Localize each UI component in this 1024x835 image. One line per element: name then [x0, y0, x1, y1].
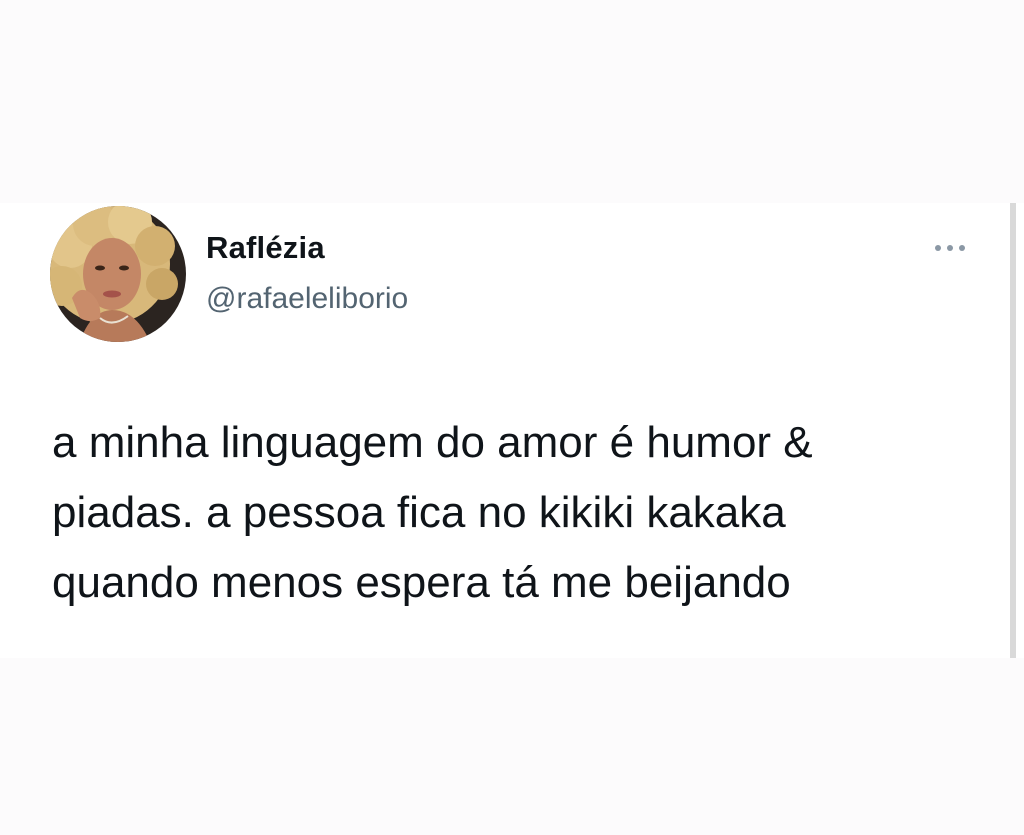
avatar[interactable] — [50, 206, 186, 342]
tweet-text: a minha linguagem do amor é humor & piad… — [52, 408, 992, 618]
profile-photo-icon — [50, 206, 186, 342]
tweet-text-line: piadas. a pessoa fica no kikiki kakaka — [52, 488, 786, 537]
more-options-button[interactable] — [930, 236, 970, 260]
tweet-text-line: a minha linguagem do amor é humor & — [52, 418, 813, 467]
user-handle[interactable]: @rafaeleliborio — [206, 282, 408, 316]
display-name[interactable]: Raflézia — [206, 230, 325, 266]
more-horizontal-icon — [935, 245, 965, 251]
scrollbar[interactable] — [1010, 203, 1016, 658]
tweet-text-line: quando menos espera tá me beijando — [52, 558, 791, 607]
